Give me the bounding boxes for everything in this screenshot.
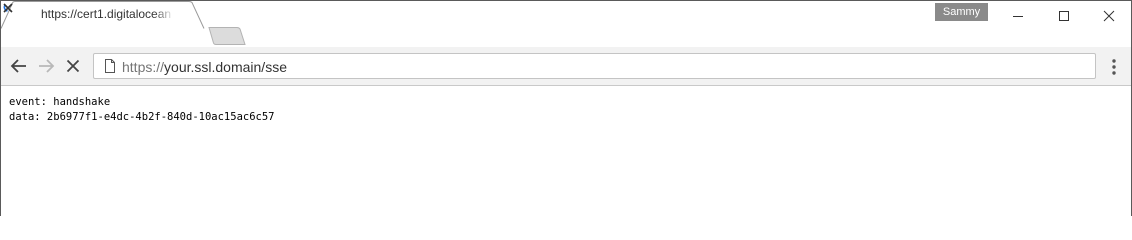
new-tab-button[interactable]: [208, 27, 246, 45]
url-text[interactable]: https://your.ssl.domain/sse: [122, 59, 287, 75]
menu-dots-icon[interactable]: [1105, 57, 1123, 77]
page-info-icon[interactable]: [104, 59, 116, 73]
minimize-button[interactable]: [995, 1, 1041, 31]
maximize-icon: [1059, 11, 1069, 21]
url-scheme: https://: [122, 59, 165, 75]
forward-arrow-icon[interactable]: [36, 56, 56, 76]
profile-badge[interactable]: Sammy: [935, 3, 988, 21]
page-content: event: handshake data: 2b6977f1-e4dc-4b2…: [1, 87, 1131, 217]
data-line: data: 2b6977f1-e4dc-4b2f-840d-10ac15ac6c…: [9, 111, 275, 123]
tab-title: https://cert1.digitalocean: [41, 7, 172, 21]
browser-window: https://cert1.digitalocean Sammy https:/…: [0, 0, 1132, 217]
event-line: event: handshake: [9, 96, 111, 108]
browser-toolbar: https://your.ssl.domain/sse: [1, 47, 1131, 86]
close-icon: [1103, 10, 1115, 22]
tab-close-icon[interactable]: [1, 1, 15, 15]
url-host-path: your.ssl.domain/sse: [164, 59, 287, 75]
address-bar[interactable]: https://your.ssl.domain/sse: [93, 53, 1096, 79]
tab-active[interactable]: https://cert1.digitalocean: [1, 1, 205, 29]
tab-strip: https://cert1.digitalocean Sammy: [1, 1, 1131, 47]
sse-stream-text: event: handshake data: 2b6977f1-e4dc-4b2…: [9, 95, 275, 125]
minimize-icon: [1013, 16, 1023, 17]
back-arrow-icon[interactable]: [9, 56, 29, 76]
close-window-button[interactable]: [1086, 1, 1132, 31]
stop-loading-icon[interactable]: [63, 56, 83, 76]
maximize-button[interactable]: [1041, 1, 1087, 31]
